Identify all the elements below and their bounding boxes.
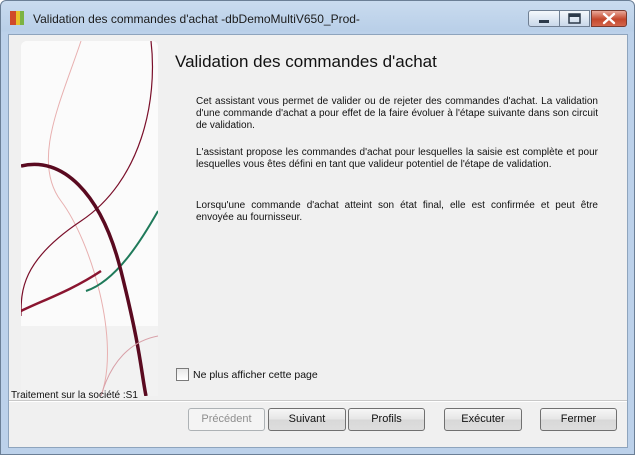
- description-paragraph-3: Lorsqu'une commande d'achat atteint son …: [196, 200, 598, 223]
- maximize-icon: [568, 13, 581, 24]
- page-title: Validation des commandes d'achat: [175, 52, 437, 71]
- app-icon: [10, 11, 24, 25]
- close-icon: [602, 12, 616, 25]
- dont-show-again-label[interactable]: Ne plus afficher cette page: [193, 369, 318, 381]
- minimize-button[interactable]: [528, 10, 560, 27]
- previous-button[interactable]: Précédent: [188, 408, 265, 431]
- window-title: Validation des commandes d'achat -dbDemo…: [33, 12, 360, 26]
- wizard-content: Validation des commandes d'achat Cet ass…: [8, 34, 628, 448]
- title-bar[interactable]: Validation des commandes d'achat -dbDemo…: [1, 1, 634, 35]
- decorative-side-image: [21, 41, 158, 396]
- description-paragraph-1: Cet assistant vous permet de valider ou …: [196, 96, 598, 131]
- description-paragraph-2: L'assistant propose les commandes d'acha…: [196, 147, 598, 170]
- execute-button[interactable]: Exécuter: [444, 408, 522, 431]
- wave-decoration: [21, 41, 158, 396]
- wizard-window: Validation des commandes d'achat -dbDemo…: [0, 0, 635, 455]
- footer-divider: [9, 400, 627, 402]
- minimize-icon: [539, 20, 549, 23]
- close-button[interactable]: [591, 10, 627, 27]
- next-button[interactable]: Suivant: [268, 408, 346, 431]
- profiles-button[interactable]: Profils: [348, 408, 425, 431]
- dont-show-again-checkbox[interactable]: [176, 368, 189, 381]
- close-wizard-button[interactable]: Fermer: [540, 408, 617, 431]
- maximize-button[interactable]: [559, 10, 590, 27]
